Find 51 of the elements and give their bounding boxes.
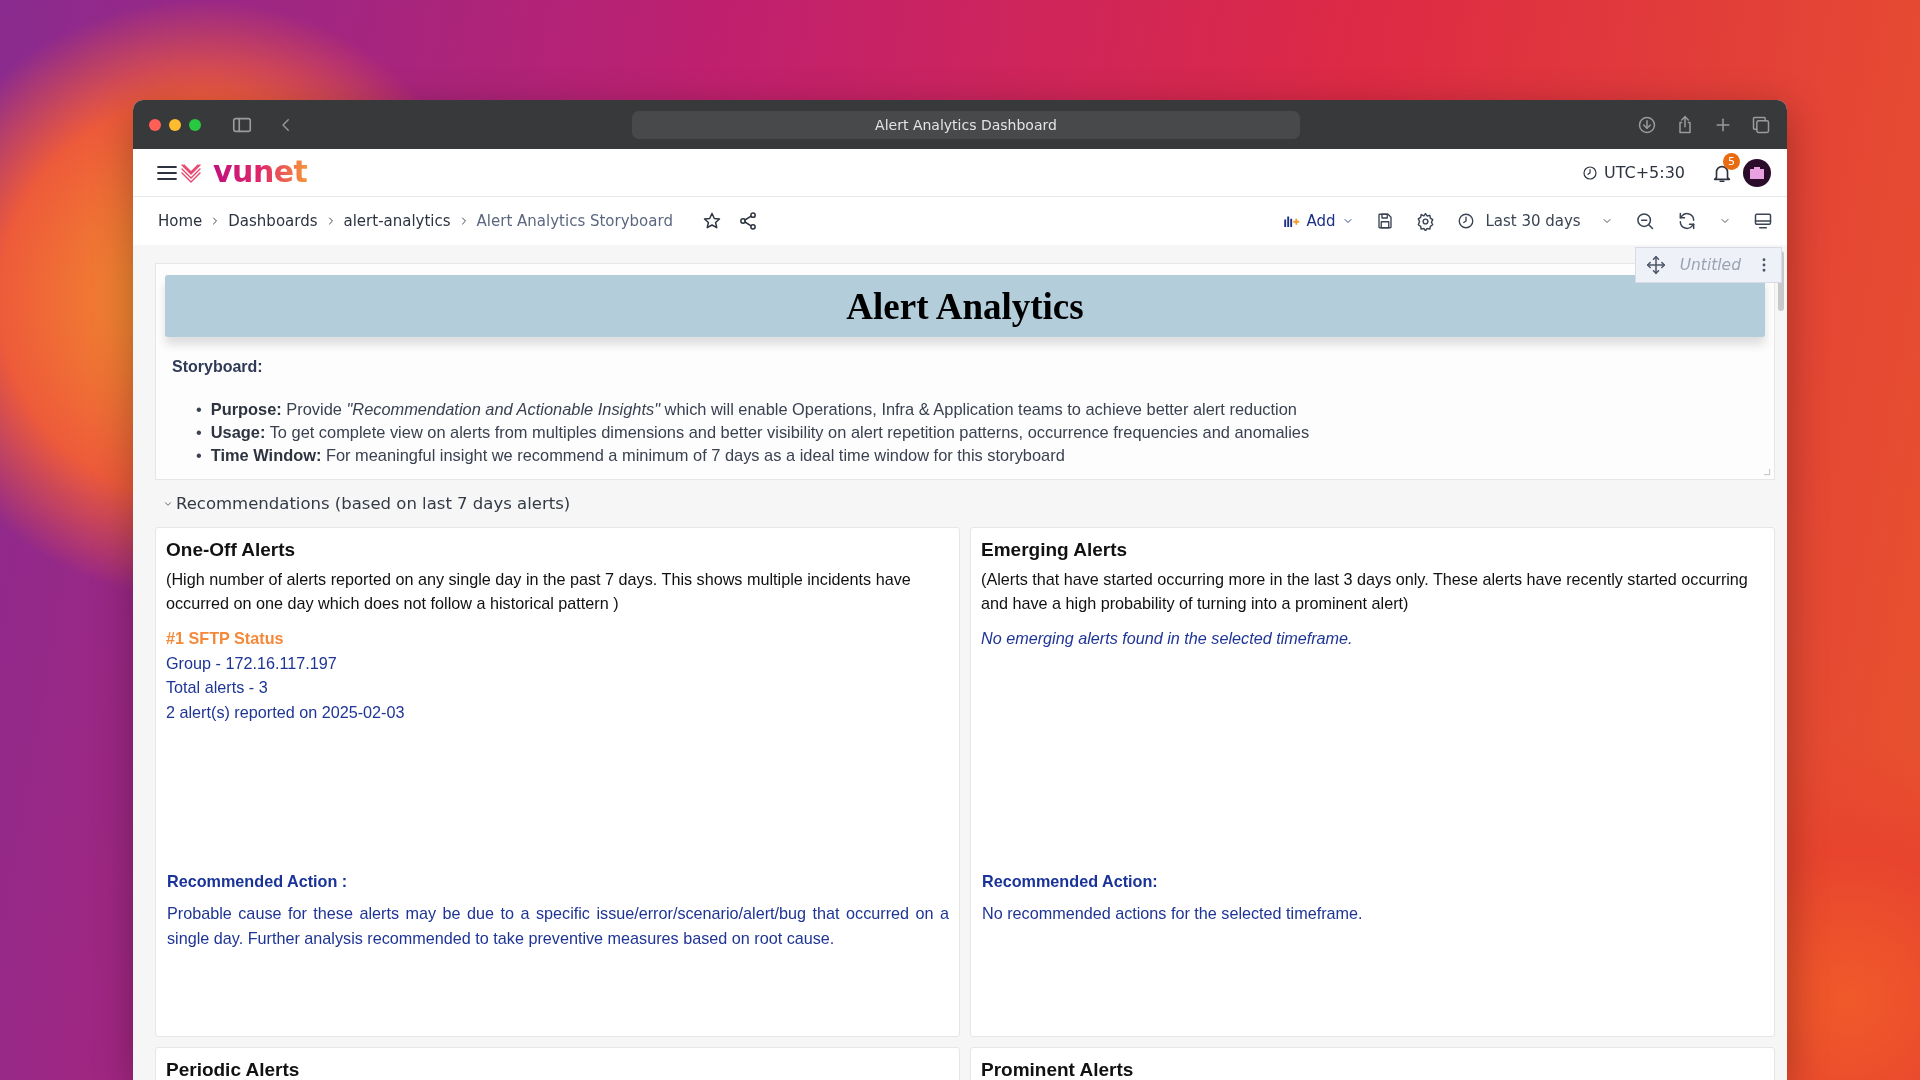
bullet-text: Usage: To get complete view on alerts from multiples dimensions and better visibility on alert repetition patterns, occurrence frequencies and anomalies — [210, 422, 1310, 443]
breadcrumb-link[interactable]: Home — [158, 212, 203, 230]
timezone-button[interactable]: UTC+5:30 — [1581, 163, 1685, 182]
star-icon[interactable] — [701, 211, 722, 231]
bullet-marker: • — [196, 445, 202, 466]
breadcrumb-link[interactable]: Dashboards — [228, 212, 318, 230]
action-text: No recommended actions for the selected timeframe. — [982, 903, 1364, 924]
alert-detail: Total alerts - 3 — [166, 677, 269, 698]
zoom-out-icon[interactable] — [1635, 211, 1655, 231]
notification-badge: 5 — [1723, 152, 1740, 170]
alert-detail: Group - 172.16.117.197 — [166, 652, 338, 674]
banner-title: Alert Analytics — [165, 275, 1765, 337]
empty-message: No emerging alerts found in the selected timeframe. — [981, 628, 1354, 649]
card-description: (High number of alerts reported on any single day in the past 7 days. This shows multiple incidents have occurred on one day which does not follow a historical pattern ) — [166, 569, 912, 614]
save-icon[interactable] — [1375, 212, 1394, 230]
bullet-marker: • — [196, 399, 202, 420]
clock-icon — [1581, 164, 1598, 181]
card-title: Prominent Alerts — [981, 1058, 1135, 1080]
card-description: (Alerts that have started occurring more in the last 3 days only. These alerts have recently started occurring and have a high probability of turning into a prominent alert) — [981, 569, 1749, 614]
close-button[interactable] — [149, 118, 161, 131]
minimize-button[interactable] — [169, 118, 181, 131]
settings-icon[interactable] — [1415, 211, 1435, 231]
card-title: Emerging Alerts — [981, 538, 1129, 562]
zoom-button[interactable] — [189, 118, 201, 131]
action-label: Recommended Action : — [167, 872, 349, 891]
monitor-icon[interactable] — [1753, 211, 1773, 231]
move-icon[interactable] — [1645, 255, 1666, 275]
bullet-marker: • — [196, 422, 202, 443]
alert-detail: 2 alert(s) reported on 2025-02-03 — [166, 701, 406, 723]
add-button[interactable]: Add — [1280, 212, 1354, 230]
section-toggle[interactable]: Recommendations (based on last 7 days alerts) — [163, 494, 571, 513]
tabs-icon[interactable] — [1751, 114, 1771, 135]
action-text: Probable cause for these alerts may be due to a specific issue/error/scenario/alert/bug that occurred on a single day. Further analysis recommended to take preventive measures based on root cause. — [167, 903, 949, 949]
bullet-text: Time Window: For meaningful insight we recommend a minimum of 7 days as a ideal time window for this storyboard — [210, 445, 1065, 466]
storyboard-label: Storyboard: — [172, 358, 264, 376]
breadcrumb-link[interactable]: Alert Analytics Storyboard — [476, 212, 673, 230]
time-range-button[interactable]: Last 30 days — [1456, 212, 1613, 230]
card-title: One-Off Alerts — [166, 538, 297, 562]
alert-name: #1 SFTP Status — [166, 628, 285, 649]
avatar-icon[interactable] — [1743, 158, 1771, 187]
refresh-icon[interactable] — [1677, 211, 1697, 231]
share-icon[interactable] — [737, 211, 758, 231]
clock-icon — [1456, 212, 1475, 230]
address-bar[interactable]: Alert Analytics Dashboard — [632, 110, 1300, 139]
resize-handle-icon[interactable] — [1763, 468, 1771, 476]
bullet-text: Purpose: Provide "Recommendation and Actionable Insights" which will enable Operations, Infra & Application teams to achieve better alert reduction — [210, 399, 1297, 420]
download-icon[interactable] — [1637, 114, 1657, 135]
panel-title: Untitled — [1679, 256, 1741, 274]
action-label: Recommended Action: — [982, 872, 1159, 891]
breadcrumb-link[interactable]: alert-analytics — [343, 212, 451, 230]
card-title: Periodic Alerts — [166, 1058, 301, 1080]
